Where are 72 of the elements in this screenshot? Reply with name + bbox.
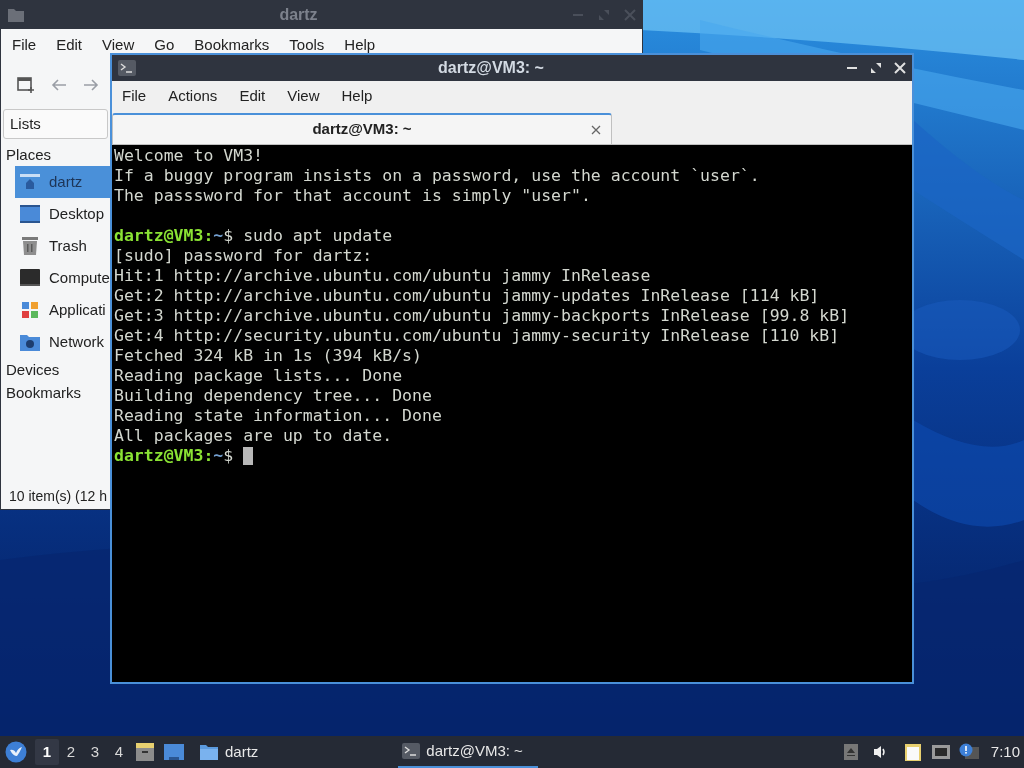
sidebar-item[interactable]: Applicati xyxy=(15,294,110,326)
desktop-icon xyxy=(19,204,41,224)
clock: 7:10 xyxy=(990,741,1020,762)
terminal-line: Fetched 324 kB in 1s (394 kB/s) xyxy=(114,346,422,366)
terminal-tab[interactable]: dartz@VM3: ~ xyxy=(112,113,612,144)
menu-item[interactable]: Tools xyxy=(289,33,325,57)
terminal-line: Building dependency tree... Done xyxy=(114,386,432,406)
prompt-path: ~ xyxy=(213,446,224,466)
start-menu-icon[interactable] xyxy=(5,741,27,763)
sidebar-item[interactable]: Trash xyxy=(15,230,110,262)
prompt-user-host: dartz@VM3: xyxy=(114,226,214,246)
window-title: dartz@VM3: ~ xyxy=(437,58,545,78)
trash-icon xyxy=(20,236,40,256)
menu-item[interactable]: Go xyxy=(154,33,175,57)
terminal-line: [sudo] password for dartz: xyxy=(114,246,373,266)
prompt-user-host: dartz@VM3: xyxy=(114,446,214,466)
sidebar-item[interactable]: Network xyxy=(15,326,110,358)
window-title: dartz xyxy=(278,5,319,25)
monitor-icon xyxy=(19,268,41,288)
menu-item[interactable]: View xyxy=(102,33,135,57)
workspace-switch[interactable]: 2 xyxy=(59,739,83,765)
menu-item[interactable]: Help xyxy=(341,84,373,108)
notification-icon[interactable] xyxy=(958,743,979,761)
terminal-line: The passsword for that account is simply "user". xyxy=(114,186,591,206)
terminal-command: $ xyxy=(223,446,234,466)
applications-icon xyxy=(20,300,40,320)
terminal-line: All packages are up to date. xyxy=(114,426,393,446)
new-window-icon[interactable] xyxy=(17,76,35,94)
menu-item[interactable]: Edit xyxy=(56,33,83,57)
menu-item[interactable]: File xyxy=(12,33,37,57)
terminal-icon xyxy=(118,60,136,76)
folder-icon xyxy=(199,743,219,761)
home-folder-icon xyxy=(19,173,41,191)
sidebar-selector[interactable]: Lists xyxy=(3,109,108,139)
sidebar-item[interactable]: Desktop xyxy=(15,198,110,230)
workspace-switch[interactable]: 3 xyxy=(83,739,107,765)
sidebar-item[interactable]: dartz xyxy=(15,166,110,198)
show-desktop-icon[interactable] xyxy=(163,743,185,761)
terminal-line: Reading package lists... Done xyxy=(114,366,403,386)
prompt-path: ~ xyxy=(213,226,224,246)
workspace-switch[interactable]: 1 xyxy=(35,739,59,765)
taskbar-button[interactable]: dartz xyxy=(195,736,263,768)
menu-item[interactable]: File xyxy=(122,84,147,108)
status-text: 10 item(s) (12 h xyxy=(9,487,108,506)
terminal-line: Welcome to VM3! xyxy=(114,146,263,166)
terminal-line: Get:4 http://security.ubuntu.com/ubuntu jammy-security InRelease [110 kB] xyxy=(114,326,840,346)
menu-item[interactable]: View xyxy=(287,84,320,108)
terminal-line: If a buggy program insists on a password, use the account `user`. xyxy=(114,166,760,186)
places-heading: Places xyxy=(6,145,52,165)
sidebar-item[interactable]: Compute xyxy=(15,262,110,294)
terminal-line: Reading state information... Done xyxy=(114,406,442,426)
file-cabinet-icon[interactable] xyxy=(135,742,155,762)
terminal-line: Get:3 http://archive.ubuntu.com/ubuntu jammy-backports InRelease [99.8 kB] xyxy=(114,306,850,326)
clipboard-icon[interactable] xyxy=(903,742,922,762)
menu-item[interactable]: Actions xyxy=(168,84,218,108)
terminal-line: Get:2 http://archive.ubuntu.com/ubuntu jammy-updates InRelease [114 kB] xyxy=(114,286,820,306)
terminal-command: $ sudo apt update xyxy=(223,226,393,246)
menu-item[interactable]: Help xyxy=(344,33,376,57)
terminal-line: Hit:1 http://archive.ubuntu.com/ubuntu jammy InRelease xyxy=(114,266,651,286)
menu-item[interactable]: Bookmarks xyxy=(194,33,270,57)
sidebar-heading: Bookmarks xyxy=(6,383,82,403)
terminal-icon xyxy=(402,743,421,759)
workspace-switch[interactable]: 4 xyxy=(107,739,131,765)
folder-icon xyxy=(7,7,25,23)
maximize-icon[interactable] xyxy=(870,62,882,74)
taskbar-button[interactable]: dartz@VM3: ~ xyxy=(398,736,539,768)
sidebar-heading: Devices xyxy=(6,360,60,380)
volume-icon[interactable] xyxy=(871,744,888,760)
menu-item[interactable]: Edit xyxy=(239,84,266,108)
network-folder-icon xyxy=(19,332,41,352)
eject-icon[interactable] xyxy=(843,744,858,760)
close-icon[interactable] xyxy=(591,125,601,135)
